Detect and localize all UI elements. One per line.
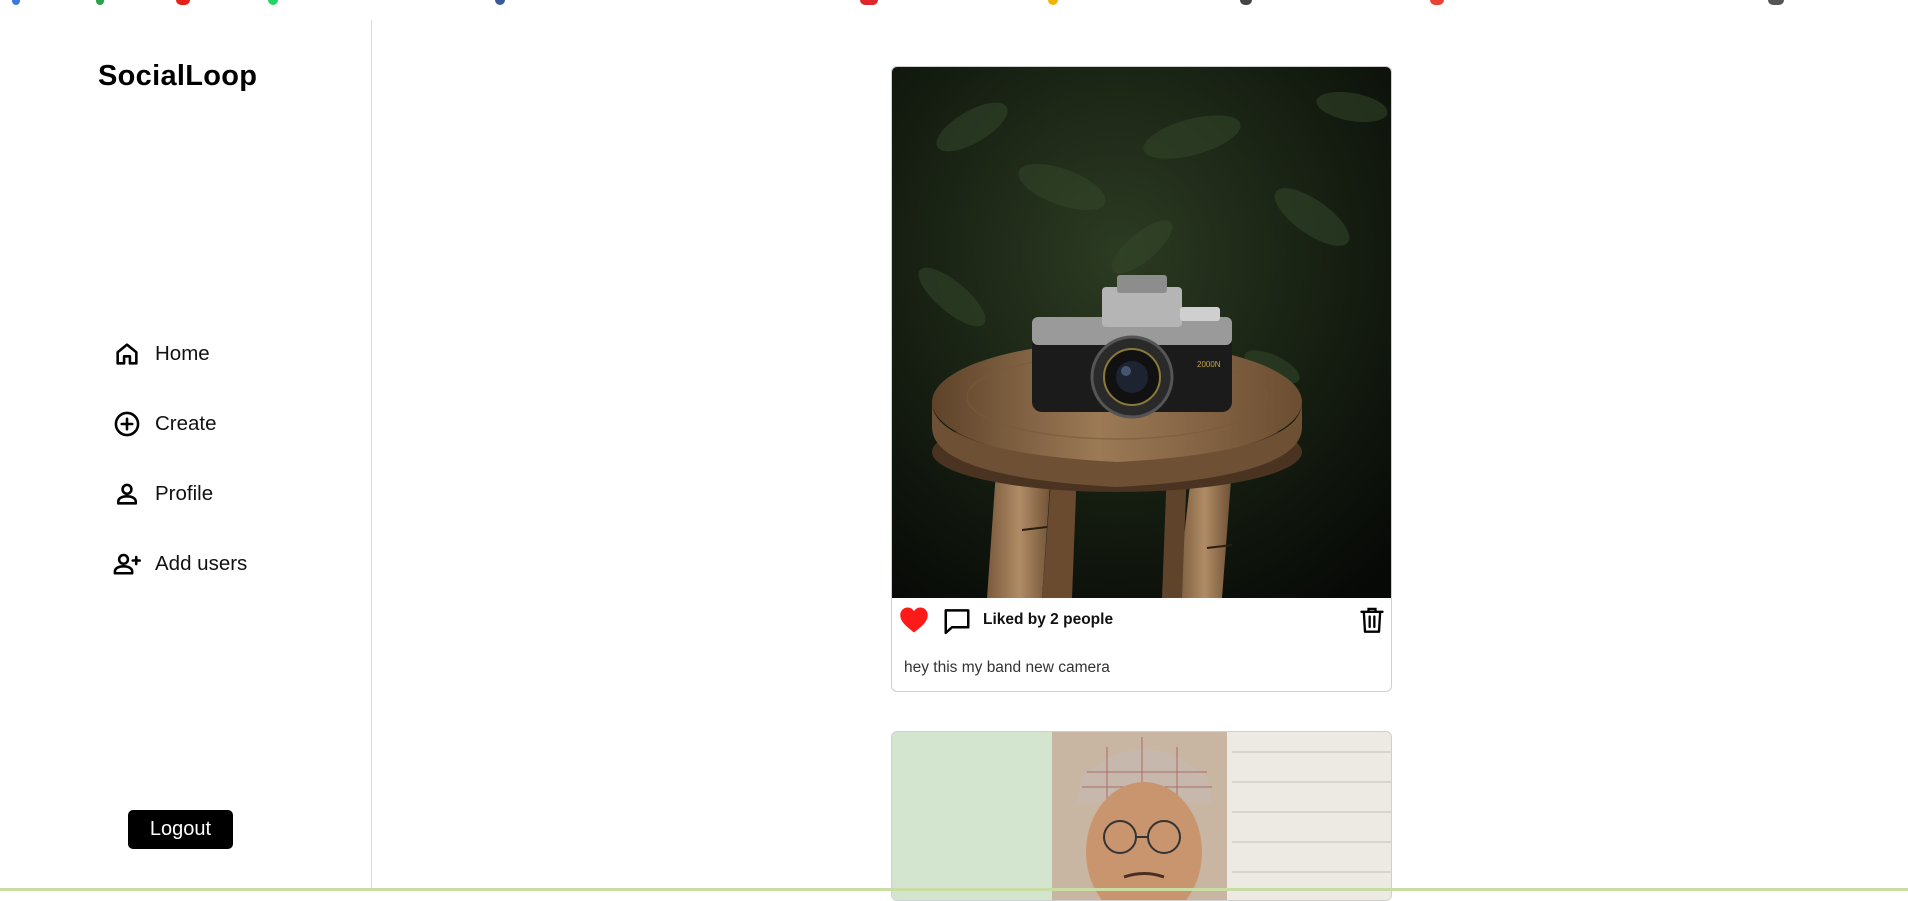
svg-text:2000N: 2000N <box>1197 360 1221 369</box>
post-image[interactable]: 2000N <box>892 67 1391 598</box>
sidebar-item-add-users[interactable]: Add users <box>112 544 332 584</box>
post-image[interactable] <box>892 732 1391 900</box>
sidebar: SocialLoop Home Create Profile Add users… <box>0 20 372 891</box>
sidebar-item-label: Profile <box>155 482 214 505</box>
trash-icon[interactable] <box>1359 606 1385 634</box>
sidebar-item-home[interactable]: Home <box>112 334 332 374</box>
sidebar-item-label: Create <box>155 412 217 435</box>
home-icon <box>112 339 142 369</box>
post-card <box>891 731 1392 901</box>
sidebar-item-label: Home <box>155 342 210 365</box>
plus-circle-icon <box>112 409 142 439</box>
post-card: 2000N Liked by 2 people hey this my band… <box>891 66 1392 692</box>
person-icon <box>112 479 142 509</box>
heart-icon[interactable] <box>899 606 929 634</box>
sidebar-item-label: Add users <box>155 552 248 575</box>
brand-logo[interactable]: SocialLoop <box>98 60 257 93</box>
sidebar-item-profile[interactable]: Profile <box>112 474 332 514</box>
person-add-icon <box>112 549 142 579</box>
browser-bookmark-strip <box>0 0 1908 6</box>
post-caption: hey this my band new camera <box>904 659 1110 676</box>
logout-button[interactable]: Logout <box>128 810 233 849</box>
sidebar-item-create[interactable]: Create <box>112 404 332 444</box>
likes-count: Liked by 2 people <box>983 611 1114 628</box>
comment-icon[interactable] <box>942 606 972 636</box>
post-actions-bar: Liked by 2 people <box>892 598 1391 643</box>
